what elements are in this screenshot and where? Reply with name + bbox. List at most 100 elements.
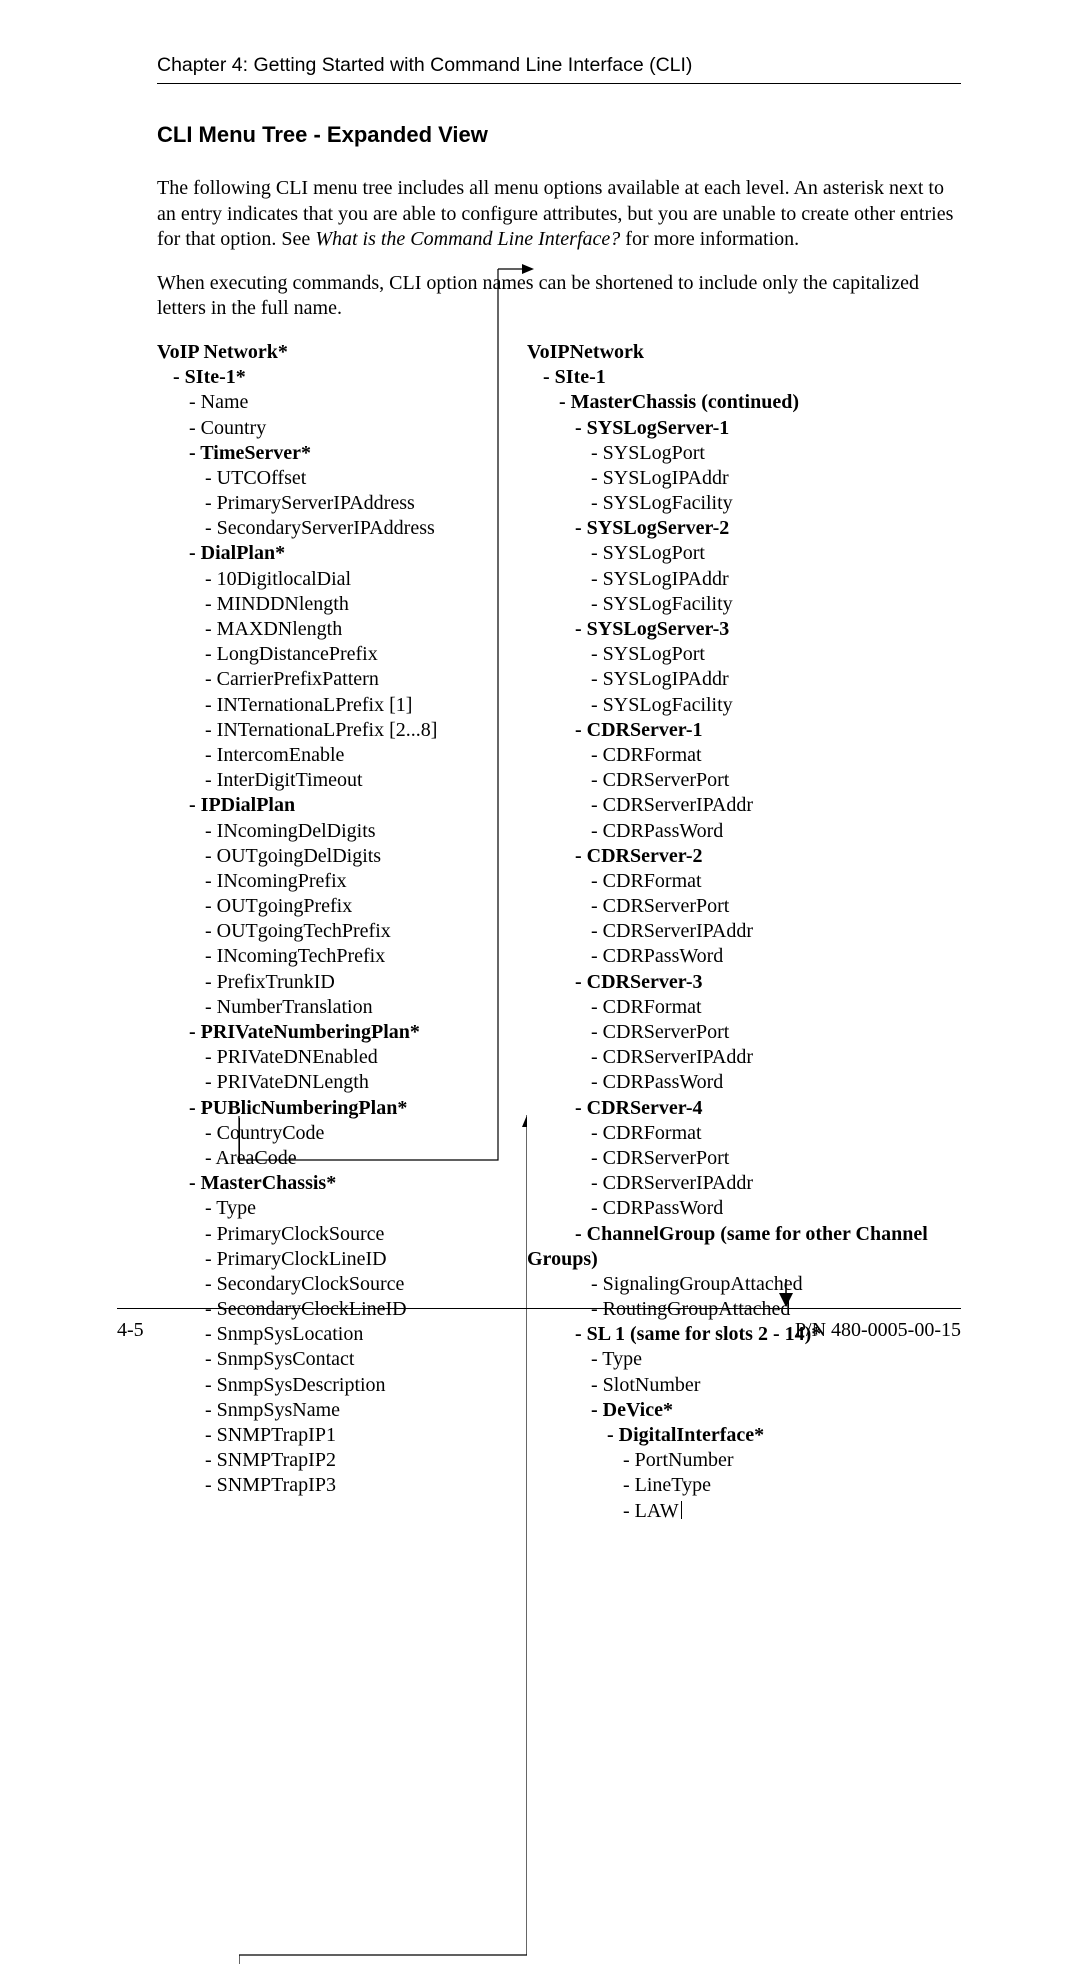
tree-item: - SYSLogServer-2 xyxy=(575,516,961,541)
tree-item: - CDRServer-3 xyxy=(575,970,961,995)
tree-item: - DeVice* xyxy=(591,1398,961,1423)
tree-item: - CDRFormat xyxy=(591,995,961,1020)
tree-item: - OUTgoingDelDigits xyxy=(205,844,527,869)
tree-item: - CDRPassWord xyxy=(591,1196,961,1221)
tree-item: - Type xyxy=(591,1347,961,1372)
tree-item: - PRIVateNumberingPlan* xyxy=(189,1020,527,1045)
tree-item: - DigitalInterface* xyxy=(607,1423,961,1448)
tree-item: - MasterChassis (continued) xyxy=(559,390,961,415)
tree-item: - PrimaryServerIPAddress xyxy=(205,491,527,516)
tree-item: - Country xyxy=(189,416,527,441)
tree-item: - NumberTranslation xyxy=(205,995,527,1020)
tree-item: - CDRServer-4 xyxy=(575,1096,961,1121)
tree-item: - Name xyxy=(189,390,527,415)
page-number: 4-5 xyxy=(117,1319,144,1342)
continuation-vertical-line xyxy=(239,1118,240,1164)
tree-item: VoIP Network* xyxy=(157,340,527,365)
tree-item: - AreaCode xyxy=(205,1146,527,1171)
tree-item: - SNMPTrapIP1 xyxy=(205,1423,527,1448)
tree-item: - UTCOffset xyxy=(205,466,527,491)
tree-item: - PrefixTrunkID xyxy=(205,970,527,995)
tree-item: - SYSLogIPAddr xyxy=(591,466,961,491)
tree-item: - SignalingGroupAttached xyxy=(591,1272,961,1297)
tree-item: - InterDigitTimeout xyxy=(205,768,527,793)
intro-paragraph-1-tail: for more information. xyxy=(620,228,799,250)
tree-item: - CDRServerPort xyxy=(591,1020,961,1045)
tree-item: - SIte-1* xyxy=(173,365,527,390)
tree-item: - CDRPassWord xyxy=(591,944,961,969)
tree-item: - SnmpSysDescription xyxy=(205,1373,527,1398)
tree-item: - PRIVateDNLength xyxy=(205,1070,527,1095)
tree-item: - CDRServer-2 xyxy=(575,844,961,869)
tree-item: - LAW xyxy=(623,1499,961,1524)
tree-item: - CDRServerIPAddr xyxy=(591,793,961,818)
tree-item: - LongDistancePrefix xyxy=(205,642,527,667)
tree-item: - TimeServer* xyxy=(189,441,527,466)
tree-item: - INcomingPrefix xyxy=(205,869,527,894)
tree-item: - IPDialPlan xyxy=(189,793,527,818)
menu-tree-columns: VoIP Network*- SIte-1*- Name- Country- T… xyxy=(157,340,961,1524)
intro-paragraph-2: When executing commands, CLI option name… xyxy=(157,271,961,322)
tree-item: - SNMPTrapIP3 xyxy=(205,1473,527,1498)
tree-item: - PRIVateDNEnabled xyxy=(205,1045,527,1070)
tree-item: - CountryCode xyxy=(205,1121,527,1146)
tree-item: - DialPlan* xyxy=(189,541,527,566)
tree-item: - SnmpSysName xyxy=(205,1398,527,1423)
tree-item: - SYSLogFacility xyxy=(591,491,961,516)
tree-item: - SYSLogIPAddr xyxy=(591,567,961,592)
page: Chapter 4: Getting Started with Command … xyxy=(0,0,1080,1397)
chapter-header: Chapter 4: Getting Started with Command … xyxy=(157,54,961,84)
tree-item: - CDRServerIPAddr xyxy=(591,1045,961,1070)
text-cursor-icon xyxy=(681,1501,682,1519)
tree-item: - PortNumber xyxy=(623,1448,961,1473)
tree-item: - CDRServerPort xyxy=(591,894,961,919)
tree-item: - MAXDNlength xyxy=(205,617,527,642)
tree-item: - CDRServerIPAddr xyxy=(591,919,961,944)
tree-item: - Type xyxy=(205,1196,527,1221)
page-footer: 4-5 P/N 480-0005-00-15 xyxy=(117,1308,961,1342)
tree-item: - OUTgoingTechPrefix xyxy=(205,919,527,944)
section-title: CLI Menu Tree - Expanded View xyxy=(157,122,961,148)
tree-item: - PUBlicNumberingPlan* xyxy=(189,1096,527,1121)
menu-tree-left-column: VoIP Network*- SIte-1*- Name- Country- T… xyxy=(157,340,527,1524)
tree-item: - SNMPTrapIP2 xyxy=(205,1448,527,1473)
tree-item: - SYSLogPort xyxy=(591,441,961,466)
tree-item: - INTernationaLPrefix [2...8] xyxy=(205,718,527,743)
tree-item: - CDRPassWord xyxy=(591,1070,961,1095)
tree-item: - SYSLogServer-1 xyxy=(575,416,961,441)
tree-item: - PrimaryClockLineID xyxy=(205,1247,527,1272)
tree-item: - LineType xyxy=(623,1473,961,1498)
tree-item: - PrimaryClockSource xyxy=(205,1222,527,1247)
tree-item: - OUTgoingPrefix xyxy=(205,894,527,919)
tree-item: - SecondaryServerIPAddress xyxy=(205,516,527,541)
tree-item: - SnmpSysContact xyxy=(205,1347,527,1372)
tree-item: - INcomingTechPrefix xyxy=(205,944,527,969)
tree-item: - CarrierPrefixPattern xyxy=(205,667,527,692)
tree-item: - SecondaryClockSource xyxy=(205,1272,527,1297)
tree-item: - INTernationaLPrefix [1] xyxy=(205,693,527,718)
tree-item: - SYSLogServer-3 xyxy=(575,617,961,642)
tree-item: - 10DigitlocalDial xyxy=(205,567,527,592)
tree-item: - CDRFormat xyxy=(591,869,961,894)
part-number: P/N 480-0005-00-15 xyxy=(795,1319,961,1342)
tree-item: - CDRServerPort xyxy=(591,1146,961,1171)
tree-item: - CDRPassWord xyxy=(591,819,961,844)
tree-item: Groups) xyxy=(527,1247,961,1272)
tree-item: - MINDDNlength xyxy=(205,592,527,617)
tree-item: - INcomingDelDigits xyxy=(205,819,527,844)
tree-item: - SIte-1 xyxy=(543,365,961,390)
tree-item: - SYSLogFacility xyxy=(591,592,961,617)
tree-item: - CDRFormat xyxy=(591,743,961,768)
tree-item: - SYSLogFacility xyxy=(591,693,961,718)
tree-item: - IntercomEnable xyxy=(205,743,527,768)
tree-item: - MasterChassis* xyxy=(189,1171,527,1196)
tree-item: - SYSLogPort xyxy=(591,541,961,566)
menu-tree-right-column: VoIPNetwork- SIte-1- MasterChassis (cont… xyxy=(527,340,961,1524)
intro-paragraph-1: The following CLI menu tree includes all… xyxy=(157,176,961,253)
intro-paragraph-1-italic: What is the Command Line Interface? xyxy=(315,228,620,250)
tree-item: - CDRFormat xyxy=(591,1121,961,1146)
tree-item: - CDRServerIPAddr xyxy=(591,1171,961,1196)
tree-item: - CDRServerPort xyxy=(591,768,961,793)
tree-item: - SlotNumber xyxy=(591,1373,961,1398)
tree-item: - ChannelGroup (same for other Channel xyxy=(575,1222,961,1247)
